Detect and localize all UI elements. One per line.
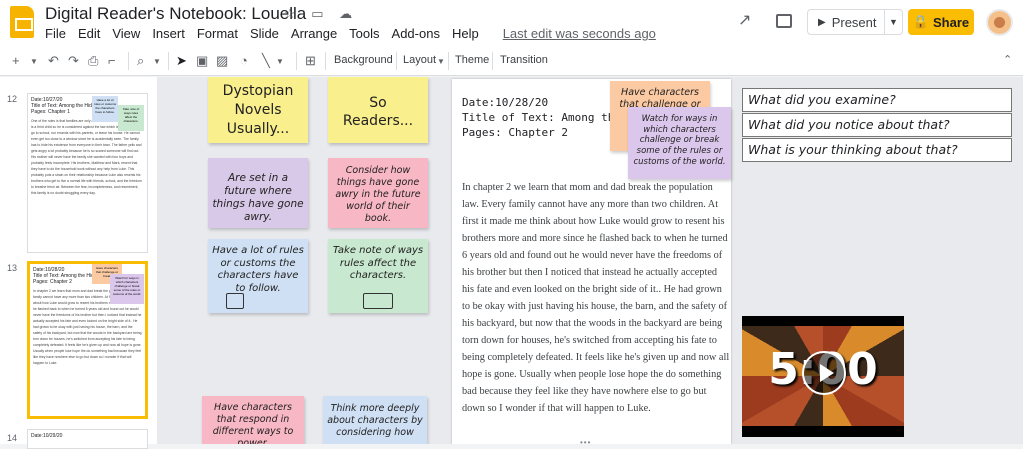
question-thinking[interactable]: What is your thinking about that? xyxy=(742,138,1012,162)
menu-view[interactable]: View xyxy=(112,26,140,41)
menu-arrange[interactable]: Arrange xyxy=(291,26,337,41)
thumbnail-note: Have a lot of rules or customs the chara… xyxy=(92,96,118,122)
thumbnail-note: Watch for ways in which characters chall… xyxy=(110,274,144,304)
note-take-note-rules[interactable]: Take note of ways rules affect the chara… xyxy=(328,239,428,313)
book-doodle-icon xyxy=(226,293,244,309)
thumbnail-note: Take note of ways rules affect the chara… xyxy=(118,105,144,131)
toolbar-divider xyxy=(325,52,326,70)
menu-insert[interactable]: Insert xyxy=(152,26,185,41)
slides-logo-icon[interactable] xyxy=(10,6,34,38)
document-title[interactable]: Digital Reader's Notebook: Louella xyxy=(45,4,306,24)
select-cursor-icon[interactable]: ➤ xyxy=(176,53,187,69)
last-edit-link[interactable]: Last edit was seconds ago xyxy=(503,26,656,41)
print-icon[interactable]: ⎙ xyxy=(88,53,98,69)
new-slide-icon[interactable]: + xyxy=(12,53,20,68)
toolbar-divider xyxy=(396,52,397,70)
redo-icon[interactable]: ↷ xyxy=(68,53,79,69)
slide-canvas[interactable]: Dystopian Novels Usually... So Readers..… xyxy=(157,77,1023,444)
rules-customs-text: Have a lot of rules or customs the chara… xyxy=(212,245,304,294)
share-label: Share xyxy=(933,14,970,30)
text-box-icon[interactable]: ▣ xyxy=(196,53,208,69)
note-rules-customs[interactable]: Have a lot of rules or customs the chara… xyxy=(208,239,308,313)
top-bar: Digital Reader's Notebook: Louella ☆ ▭ ☁… xyxy=(0,0,1023,46)
slide-filmstrip[interactable]: 12 Date:10/27/20 Title of Text: Among th… xyxy=(0,77,157,449)
lock-icon: 🔒 xyxy=(912,14,930,29)
star-folder-cloud-icons[interactable]: ☆ ▭ ☁ xyxy=(284,6,358,22)
line-dropdown-icon[interactable]: ▼ xyxy=(276,57,284,66)
toolbar-divider xyxy=(296,52,297,70)
new-slide-dropdown-icon[interactable]: ▼ xyxy=(30,57,38,66)
present-icon: ▶ xyxy=(818,16,826,28)
slide-number: 13 xyxy=(7,263,18,273)
toolbar: + ▼ ↶ ↷ ⎙ ⌐ ⌕ ▼ ➤ ▣ ▨ ◔ ╲ ▼ ⊞ Background… xyxy=(0,46,1023,76)
menu-bar: File Edit View Insert Format Slide Arran… xyxy=(45,26,656,41)
layout-button[interactable]: Layout xyxy=(403,54,436,66)
slide-note-watch-for[interactable]: Watch for ways in which characters chall… xyxy=(628,107,731,179)
menu-file[interactable]: File xyxy=(45,26,66,41)
slide-thumbnail-13[interactable]: Date:10/28/20 Title of Text: Among the H… xyxy=(27,261,148,419)
transition-button[interactable]: Transition xyxy=(500,54,548,66)
thumbnail-heading: Date:10/29/20 xyxy=(31,433,63,439)
scroll-grip-icon[interactable]: ••• xyxy=(580,438,591,447)
toolbar-divider xyxy=(168,52,169,70)
toolbar-divider xyxy=(492,52,493,70)
image-icon[interactable]: ▨ xyxy=(216,53,228,69)
note-set-in-future[interactable]: Are set in a future where things have go… xyxy=(208,158,308,228)
menu-help[interactable]: Help xyxy=(452,26,479,41)
present-label: Present xyxy=(831,14,877,30)
shape-icon[interactable]: ◔ xyxy=(240,53,248,68)
present-dropdown-icon[interactable]: ▼ xyxy=(884,10,902,34)
note-dystopian-novels[interactable]: Dystopian Novels Usually... xyxy=(208,77,308,143)
book-doodle-icon xyxy=(363,293,393,309)
note-think-deeply[interactable]: Think more deeply about characters by co… xyxy=(323,396,427,444)
note-so-readers[interactable]: So Readers... xyxy=(328,77,428,143)
slide-body-text[interactable]: In chapter 2 we learn that mom and dad b… xyxy=(462,179,730,417)
share-button[interactable]: 🔒 Share xyxy=(908,9,974,35)
background-button[interactable]: Background xyxy=(334,54,393,66)
slide-thumbnail-14[interactable]: Date:10/29/20 xyxy=(27,429,148,449)
line-icon[interactable]: ╲ xyxy=(262,53,270,69)
zoom-dropdown-icon[interactable]: ▼ xyxy=(153,57,161,66)
slide-thumbnail-12[interactable]: Date:10/27/20 Title of Text: Among the H… xyxy=(27,93,148,253)
play-icon[interactable] xyxy=(802,351,846,395)
theme-button[interactable]: Theme xyxy=(455,54,489,66)
take-note-text: Take note of ways rules affect the chara… xyxy=(332,245,424,281)
horizontal-scroll-handle[interactable]: ••• xyxy=(157,438,1023,447)
collapse-toolbar-icon[interactable]: ⌃ xyxy=(1003,53,1012,66)
menu-tools[interactable]: Tools xyxy=(349,26,379,41)
slide-number: 14 xyxy=(7,433,18,443)
menu-format[interactable]: Format xyxy=(197,26,238,41)
activity-trend-icon[interactable]: ↗ xyxy=(738,10,751,30)
undo-icon[interactable]: ↶ xyxy=(48,53,59,69)
current-slide[interactable]: Date:10/28/20 Title of Text: Among the H… xyxy=(452,79,731,444)
slide-number: 12 xyxy=(7,94,18,104)
note-respond-power[interactable]: Have characters that respond in differen… xyxy=(202,396,304,444)
present-button[interactable]: ▶ Present ▼ xyxy=(807,9,903,35)
menu-edit[interactable]: Edit xyxy=(78,26,100,41)
toolbar-divider xyxy=(128,52,129,70)
so-readers-text: So Readers... xyxy=(342,95,414,129)
zoom-icon[interactable]: ⌕ xyxy=(137,53,144,69)
countdown-video[interactable]: 5:00 xyxy=(742,316,904,437)
add-comment-icon[interactable]: ⊞ xyxy=(305,53,316,69)
paint-format-icon[interactable]: ⌐ xyxy=(108,53,116,68)
question-examine[interactable]: What did you examine? xyxy=(742,88,1012,112)
avatar[interactable] xyxy=(986,9,1013,36)
toolbar-divider xyxy=(448,52,449,70)
layout-dropdown-icon[interactable]: ▼ xyxy=(437,57,445,66)
note-consider-awry[interactable]: Consider how things have gone awry in th… xyxy=(328,158,428,228)
question-notice[interactable]: What did you notice about that? xyxy=(742,113,1012,137)
menu-addons[interactable]: Add-ons xyxy=(392,26,440,41)
menu-slide[interactable]: Slide xyxy=(250,26,279,41)
comment-icon[interactable] xyxy=(776,14,792,28)
